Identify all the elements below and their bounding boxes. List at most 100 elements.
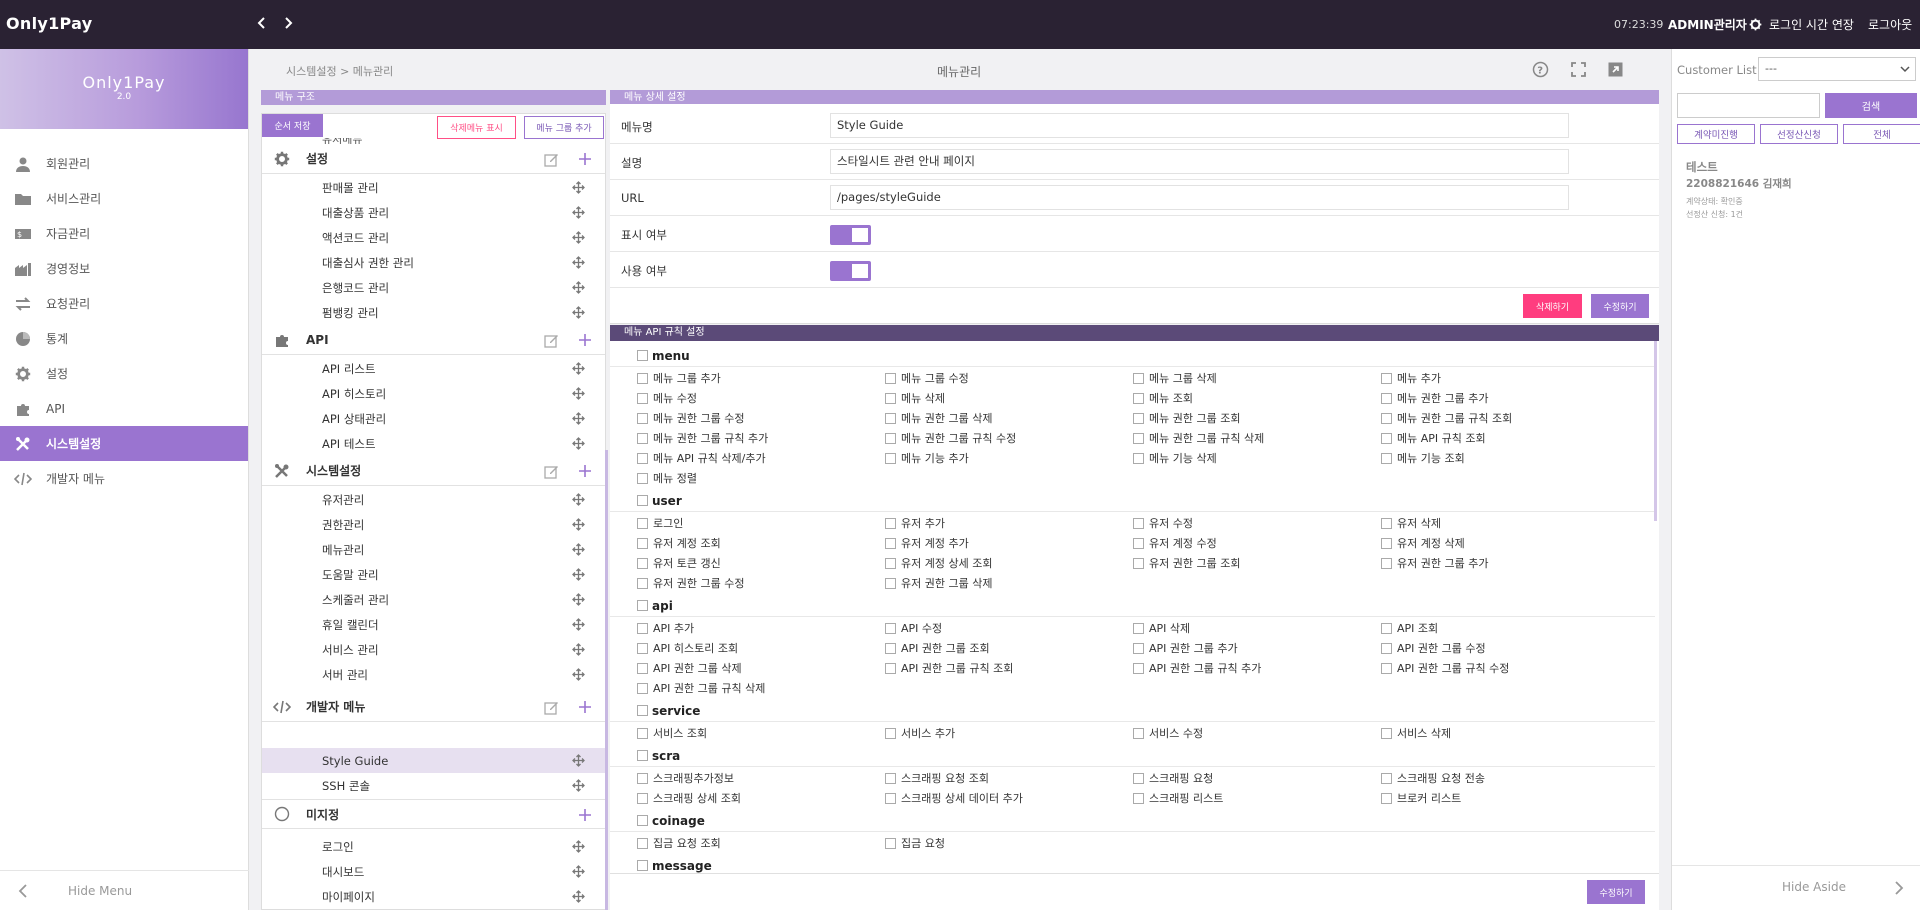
api-rule-checkbox[interactable]: 메뉴 API 규칙 삭제/추가	[637, 448, 766, 468]
fullscreen-icon[interactable]	[1570, 61, 1587, 78]
external-link-icon[interactable]	[1607, 61, 1624, 78]
tree-item[interactable]: 은행코드 관리	[262, 275, 605, 300]
tree-item[interactable]: 액션코드 관리	[262, 225, 605, 250]
checkbox[interactable]	[885, 557, 896, 569]
tree-item[interactable]: 스케줄러 관리	[262, 587, 605, 612]
move-icon[interactable]	[572, 643, 585, 656]
api-rule-checkbox[interactable]: 스크래핑 상세 조회	[637, 788, 741, 808]
api-rule-checkbox[interactable]: API 권한 그룹 추가	[1133, 638, 1238, 658]
tree-item[interactable]: 도움말 관리	[262, 562, 605, 587]
checkbox[interactable]	[1381, 452, 1392, 464]
section-checkbox[interactable]	[637, 815, 648, 826]
tree-item[interactable]: 대출심사 권한 관리	[262, 250, 605, 275]
tree-item[interactable]: 휴일 캘린더	[262, 612, 605, 637]
tree-item[interactable]: 서비스 관리	[262, 637, 605, 662]
tree-item[interactable]: 대시보드	[262, 859, 605, 884]
checkbox[interactable]	[885, 622, 896, 634]
move-icon[interactable]	[572, 568, 585, 581]
checkbox[interactable]	[885, 517, 896, 529]
api-rule-checkbox[interactable]: 유저 계정 추가	[885, 533, 969, 553]
move-icon[interactable]	[572, 181, 585, 194]
checkbox[interactable]	[1133, 622, 1144, 634]
checkbox[interactable]	[885, 727, 896, 739]
api-rule-checkbox[interactable]: 브로커 리스트	[1381, 788, 1461, 808]
move-icon[interactable]	[572, 865, 585, 878]
api-scrollbar[interactable]	[1654, 341, 1657, 521]
menu-name-input[interactable]: Style Guide	[830, 113, 1569, 138]
tree-item[interactable]: 메뉴관리	[262, 537, 605, 562]
checkbox[interactable]	[637, 772, 648, 784]
move-icon[interactable]	[572, 890, 585, 903]
checkbox[interactable]	[637, 837, 648, 849]
api-rule-checkbox[interactable]: API 권한 그룹 규칙 추가	[1133, 658, 1261, 678]
move-icon[interactable]	[572, 543, 585, 556]
checkbox[interactable]	[885, 392, 896, 404]
sidebar-item-settings[interactable]: 설정	[0, 356, 248, 391]
api-rule-checkbox[interactable]: 유저 수정	[1133, 513, 1193, 533]
edit-icon[interactable]	[544, 464, 559, 479]
menu-url-input[interactable]: /pages/styleGuide	[830, 185, 1569, 210]
checkbox[interactable]	[637, 537, 648, 549]
checkbox[interactable]	[885, 452, 896, 464]
api-rule-checkbox[interactable]: 메뉴 조회	[1133, 388, 1193, 408]
api-rule-checkbox[interactable]: API 수정	[885, 618, 942, 638]
tree-scrollbar[interactable]	[605, 450, 608, 910]
api-rule-checkbox[interactable]: 메뉴 그룹 삭제	[1133, 368, 1217, 388]
checkbox[interactable]	[885, 772, 896, 784]
checkbox[interactable]	[1381, 792, 1392, 804]
checkbox[interactable]	[1133, 517, 1144, 529]
checkbox[interactable]	[637, 662, 648, 674]
plus-icon[interactable]	[578, 333, 592, 347]
api-rule-checkbox[interactable]: 유저 추가	[885, 513, 945, 533]
checkbox[interactable]	[885, 662, 896, 674]
tree-item[interactable]: API 히스토리	[262, 381, 605, 406]
tree-group-api[interactable]: API	[262, 325, 605, 355]
tree-item[interactable]: API 상태관리	[262, 406, 605, 431]
checkbox[interactable]	[885, 837, 896, 849]
section-checkbox[interactable]	[637, 600, 648, 611]
move-icon[interactable]	[572, 306, 585, 319]
section-checkbox[interactable]	[637, 705, 648, 716]
api-update-button[interactable]: 수정하기	[1587, 880, 1645, 904]
api-rule-checkbox[interactable]: 메뉴 권한 그룹 조회	[1133, 408, 1240, 428]
api-rule-checkbox[interactable]: 메뉴 삭제	[885, 388, 945, 408]
api-section-service[interactable]: service	[610, 700, 1655, 722]
api-rule-checkbox[interactable]: 유저 계정 수정	[1133, 533, 1217, 553]
move-icon[interactable]	[572, 779, 585, 792]
checkbox[interactable]	[1133, 772, 1144, 784]
tree-item[interactable]: 유저관리	[262, 487, 605, 512]
api-rule-checkbox[interactable]: 메뉴 권한 그룹 규칙 수정	[885, 428, 1016, 448]
api-rule-checkbox[interactable]: 스크래핑 요청 전송	[1381, 768, 1485, 788]
section-checkbox[interactable]	[637, 495, 648, 506]
tree-group-system-settings[interactable]: 시스템설정	[262, 456, 605, 486]
move-icon[interactable]	[572, 493, 585, 506]
edit-icon[interactable]	[544, 333, 559, 348]
sidebar-item-services[interactable]: 서비스관리	[0, 181, 248, 216]
forward-arrow-icon[interactable]	[279, 14, 297, 32]
delete-button[interactable]: 삭제하기	[1523, 294, 1582, 318]
extend-session-button[interactable]: 로그인 시간 연장	[1769, 16, 1854, 33]
update-button[interactable]: 수정하기	[1591, 294, 1649, 318]
sidebar-item-members[interactable]: 회원관리	[0, 146, 248, 181]
tree-item[interactable]: 판매몰 관리	[262, 175, 605, 200]
api-rule-checkbox[interactable]: 메뉴 권한 그룹 삭제	[885, 408, 992, 428]
api-rule-checkbox[interactable]: 집금 요청 조회	[637, 833, 721, 853]
section-checkbox[interactable]	[637, 350, 648, 361]
api-rule-checkbox[interactable]: 서비스 삭제	[1381, 723, 1451, 743]
checkbox[interactable]	[1133, 412, 1144, 424]
api-rule-checkbox[interactable]: 로그인	[637, 513, 683, 533]
sidebar-item-business[interactable]: 경영정보	[0, 251, 248, 286]
api-rule-checkbox[interactable]: 메뉴 그룹 수정	[885, 368, 969, 388]
move-icon[interactable]	[572, 206, 585, 219]
api-rule-checkbox[interactable]: 메뉴 정렬	[637, 468, 697, 488]
api-rule-checkbox[interactable]: 집금 요청	[885, 833, 945, 853]
checkbox[interactable]	[1381, 662, 1392, 674]
api-rule-checkbox[interactable]: 메뉴 추가	[1381, 368, 1441, 388]
api-rule-checkbox[interactable]: API 권한 그룹 규칙 수정	[1381, 658, 1509, 678]
tree-item[interactable]: 마이페이지	[262, 884, 605, 909]
tree-item[interactable]: 권한관리	[262, 512, 605, 537]
api-rule-checkbox[interactable]: 메뉴 기능 조회	[1381, 448, 1465, 468]
api-rule-checkbox[interactable]: 유저 토큰 갱신	[637, 553, 721, 573]
api-rule-checkbox[interactable]: 메뉴 권한 그룹 규칙 삭제	[1133, 428, 1264, 448]
checkbox[interactable]	[637, 472, 648, 484]
